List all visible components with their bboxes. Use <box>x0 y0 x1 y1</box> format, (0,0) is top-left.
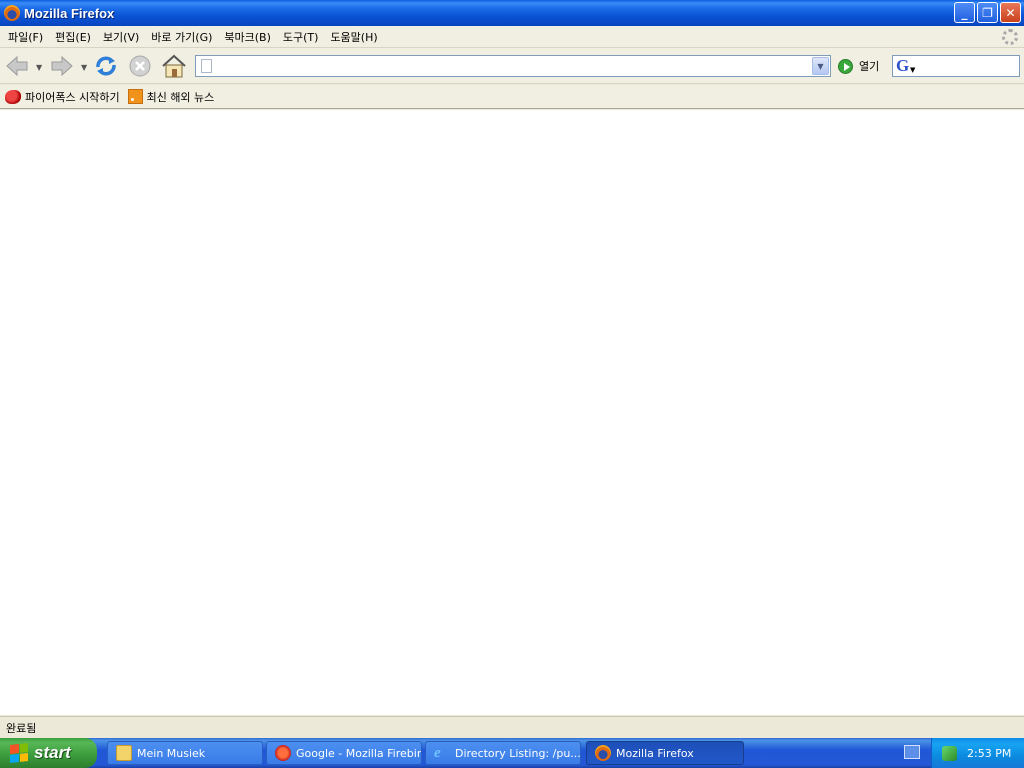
stop-button[interactable] <box>127 53 153 79</box>
menu-view[interactable]: 보기(V) <box>99 29 147 45</box>
bookmark-label: 파이어폭스 시작하기 <box>25 90 120 104</box>
task-label: Google - Mozilla Firebird <box>296 746 422 760</box>
firefox-icon <box>595 745 611 761</box>
throbber-icon <box>1002 29 1018 45</box>
restore-button[interactable]: ❐ <box>977 2 998 23</box>
menu-help[interactable]: 도움말(H) <box>326 29 385 45</box>
search-engine-dropdown-icon[interactable]: ▼ <box>910 66 915 74</box>
window-titlebar[interactable]: Mozilla Firefox _ ❐ ✕ <box>0 0 1024 26</box>
close-button[interactable]: ✕ <box>1000 2 1021 23</box>
page-icon <box>201 59 212 73</box>
task-label: Mein Musiek <box>137 746 206 760</box>
menu-go[interactable]: 바로 가기(G) <box>147 29 220 45</box>
rss-feed-icon <box>127 89 143 104</box>
status-text: 완료됨 <box>6 721 37 735</box>
folder-icon <box>116 745 132 761</box>
go-label: 열기 <box>859 60 880 73</box>
back-button[interactable] <box>4 53 30 79</box>
home-button[interactable] <box>161 53 187 79</box>
minimize-button[interactable]: _ <box>954 2 975 23</box>
bookmarks-toolbar: 파이어폭스 시작하기 최신 해외 뉴스 <box>0 85 1024 109</box>
home-icon <box>162 54 186 78</box>
go-arrow-icon <box>838 58 853 74</box>
page-content[interactable] <box>0 110 1024 715</box>
back-history-dropdown-icon[interactable]: ▼ <box>36 63 42 72</box>
back-arrow-icon <box>6 55 28 77</box>
menu-bar: 파일(F) 편집(E) 보기(V) 바로 가기(G) 북마크(B) 도구(T) … <box>0 26 1024 48</box>
menu-tools[interactable]: 도구(T) <box>279 29 327 45</box>
forward-button[interactable] <box>49 53 75 79</box>
forward-arrow-icon <box>51 55 73 77</box>
taskbar-item-mozilla-firefox[interactable]: Mozilla Firefox <box>586 741 744 765</box>
address-bar[interactable]: ▼ <box>195 55 831 77</box>
window-controls: _ ❐ ✕ <box>954 2 1021 23</box>
status-bar: 완료됨 <box>0 716 1024 738</box>
system-tray: 2:53 PM <box>931 738 1024 768</box>
taskbar: start Mein Musiek Google - Mozilla Fireb… <box>0 738 1024 768</box>
google-engine-icon[interactable]: G <box>896 57 909 75</box>
bookmark-label: 최신 해외 뉴스 <box>146 90 215 104</box>
clock[interactable]: 2:53 PM <box>967 747 1011 760</box>
keyboard-icon[interactable] <box>904 745 920 759</box>
task-label: Mozilla Firefox <box>616 746 694 760</box>
firefox-logo-icon <box>4 5 20 21</box>
go-button[interactable]: 열기 <box>838 58 879 74</box>
start-button[interactable]: start <box>0 738 97 768</box>
stop-icon <box>129 55 151 77</box>
bookmark-latest-news[interactable]: 최신 해외 뉴스 <box>127 89 215 105</box>
reload-button[interactable] <box>93 53 119 79</box>
search-bar[interactable]: G ▼ <box>892 55 1020 77</box>
taskbar-item-google-firebird[interactable]: Google - Mozilla Firebird <box>266 741 422 765</box>
start-label: start <box>34 743 71 762</box>
url-input[interactable] <box>218 57 808 75</box>
firefox-start-icon <box>5 89 21 104</box>
menu-edit[interactable]: 편집(E) <box>51 29 99 45</box>
firebird-icon <box>275 745 291 761</box>
reload-icon <box>96 56 116 76</box>
internet-explorer-icon: e <box>434 745 441 761</box>
task-label: Directory Listing: /pu... <box>455 746 581 760</box>
menu-bookmarks[interactable]: 북마크(B) <box>220 29 279 45</box>
network-icon[interactable] <box>942 745 957 761</box>
search-input[interactable] <box>921 57 1017 75</box>
menu-file[interactable]: 파일(F) <box>4 29 51 45</box>
bookmark-firefox-start[interactable]: 파이어폭스 시작하기 <box>5 89 120 105</box>
forward-history-dropdown-icon[interactable]: ▼ <box>81 63 87 72</box>
taskbar-item-directory-listing[interactable]: e Directory Listing: /pu... <box>425 741 581 765</box>
taskbar-item-mein-musiek[interactable]: Mein Musiek <box>107 741 263 765</box>
window-title: Mozilla Firefox <box>24 5 115 21</box>
url-history-dropdown-icon[interactable]: ▼ <box>812 57 829 75</box>
windows-logo-icon <box>10 743 28 763</box>
